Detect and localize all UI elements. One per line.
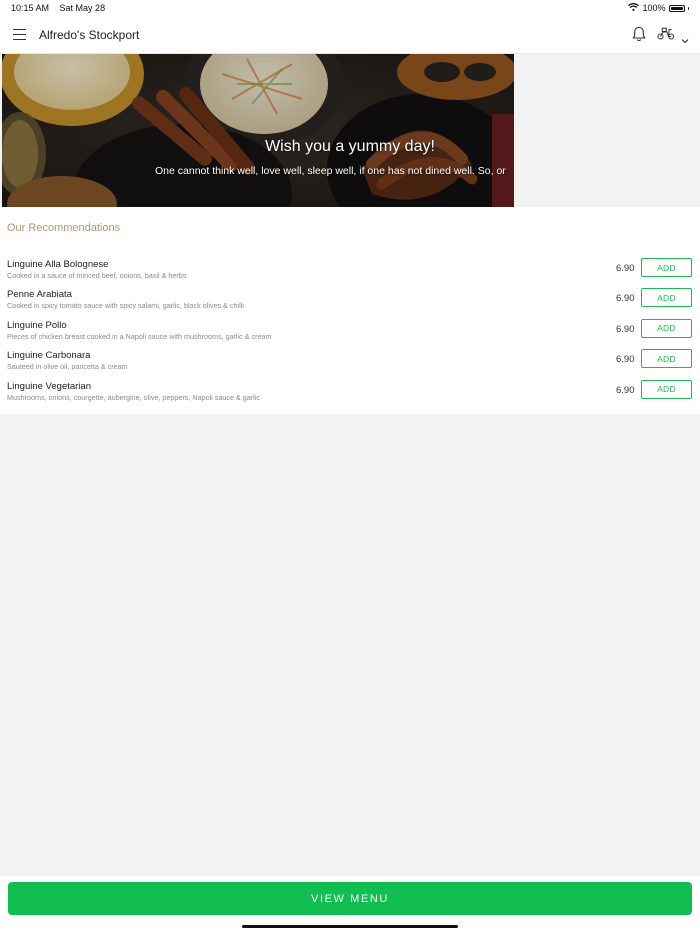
list-item: Linguine Alla Bolognese Cooked in a sauc…: [0, 258, 700, 289]
app-header: Alfredo's Stockport: [0, 17, 700, 54]
recommendations-list: Linguine Alla Bolognese Cooked in a sauc…: [0, 258, 700, 411]
section-title: Our Recommendations: [7, 222, 121, 234]
item-name: Linguine Pollo: [7, 319, 67, 331]
item-description: Sauteed in olive oil, pancetta & cream: [7, 362, 128, 372]
banner-subtitle: One cannot think well, love well, sleep …: [155, 165, 506, 177]
scooter-icon[interactable]: [657, 27, 675, 45]
status-bar: 10:15 AM Sat May 28 100%: [0, 0, 700, 17]
item-price: 6.90: [616, 323, 635, 335]
store-name: Alfredo's Stockport: [39, 28, 140, 42]
status-right: 100%: [628, 3, 689, 13]
battery-tip: [687, 6, 689, 10]
bell-icon[interactable]: [632, 26, 646, 47]
view-menu-button[interactable]: VIEW MENU: [8, 882, 692, 915]
hero-banner: Wish you a yummy day! One cannot think w…: [2, 54, 514, 207]
bottom-bar: VIEW MENU: [0, 876, 700, 934]
item-name: Linguine Vegetarian: [7, 380, 91, 392]
item-description: Pieces of chicken breast cooked in a Nap…: [7, 331, 272, 341]
status-left: 10:15 AM Sat May 28: [11, 3, 113, 13]
item-price: 6.90: [616, 293, 635, 305]
list-item: Penne Arabiata Cooked in spicy tomato sa…: [0, 288, 700, 319]
add-button[interactable]: ADD: [641, 379, 692, 399]
wifi-icon: [628, 3, 640, 13]
home-indicator: [242, 925, 458, 928]
status-time: 10:15 AM: [11, 3, 50, 13]
add-button[interactable]: ADD: [641, 349, 692, 369]
recommendations-section: Our Recommendations Linguine Alla Bologn…: [0, 207, 700, 414]
list-item: Linguine Pollo Pieces of chicken breast …: [0, 318, 700, 350]
battery-percent: 100%: [642, 3, 666, 13]
item-name: Linguine Carbonara: [7, 350, 91, 362]
item-price: 6.90: [616, 384, 635, 396]
item-name: Penne Arabiata: [7, 289, 72, 301]
list-item: Linguine Vegetarian Mushrooms, onions, c…: [0, 379, 700, 411]
status-date: Sat May 28: [59, 3, 106, 13]
banner-title: Wish you a yummy day!: [265, 138, 435, 155]
list-item: Linguine Carbonara Sauteed in olive oil,…: [0, 349, 700, 380]
item-description: Cooked in a sauce of minced beef, onions…: [7, 271, 187, 280]
banner-food-image: [2, 54, 514, 207]
add-button[interactable]: ADD: [641, 288, 692, 308]
banner-title-wrapper: Wish you a yummy day!: [2, 138, 514, 156]
item-price: 6.90: [616, 263, 635, 274]
add-button[interactable]: ADD: [641, 318, 692, 338]
item-price: 6.90: [616, 354, 635, 366]
battery-icon: [668, 4, 685, 12]
item-description: Cooked in spicy tomato sauce with spicy …: [7, 301, 244, 311]
menu-icon[interactable]: [13, 29, 26, 40]
chevron-down-icon[interactable]: [681, 31, 689, 49]
item-description: Mushrooms, onions, courgette, aubergine,…: [7, 392, 260, 402]
add-button[interactable]: ADD: [641, 258, 692, 277]
item-name: Linguine Alla Bolognese: [7, 259, 109, 270]
